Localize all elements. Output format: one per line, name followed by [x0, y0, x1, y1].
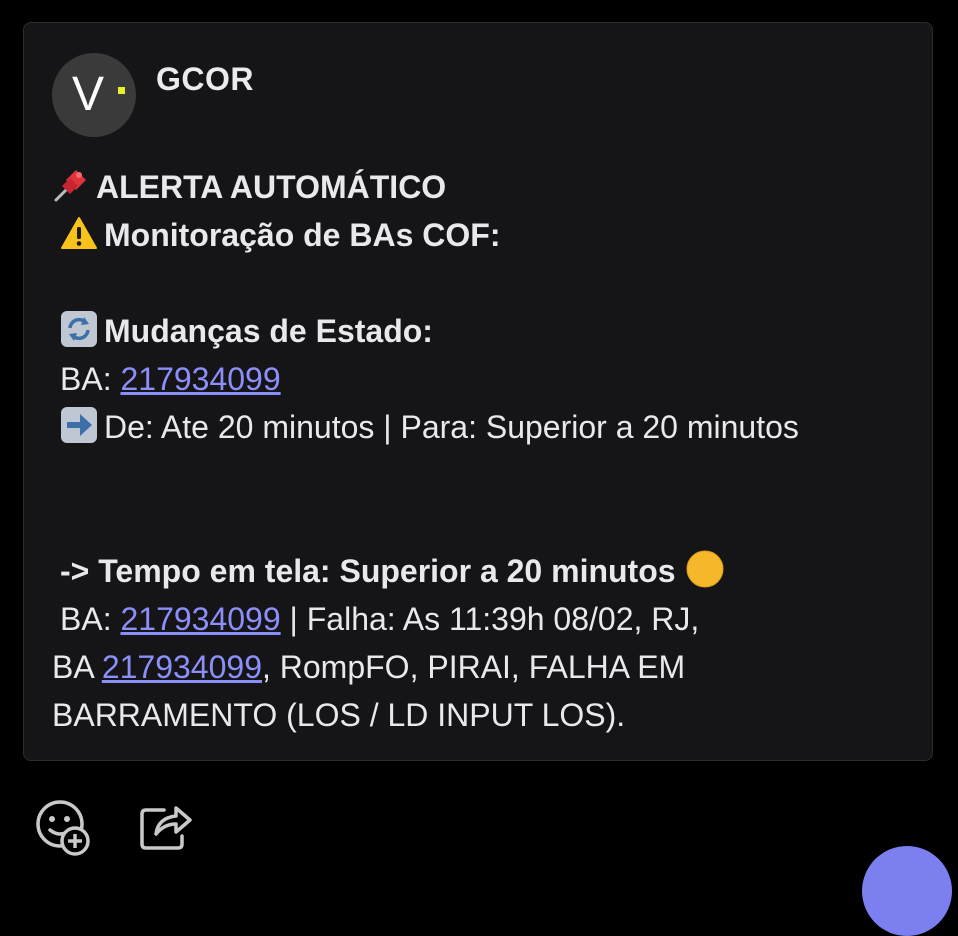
- avatar-dot: [118, 87, 125, 94]
- yellow-circle-icon: [686, 550, 724, 588]
- sender-name[interactable]: GCOR: [156, 61, 254, 98]
- arrows-counterclockwise-icon: [61, 311, 97, 347]
- fault-text: | Falha: As 11:39h 08/02, RJ,: [280, 601, 700, 637]
- fault-prefix: BA:: [60, 601, 121, 637]
- detail-ba-link[interactable]: 217934099: [102, 649, 262, 685]
- changes-title-line: Mudanças de Estado:: [52, 307, 922, 355]
- time-title: -> Tempo em tela: Superior a 20 minutos: [60, 553, 676, 589]
- transition-line: De: Ate 20 minutos | Para: Superior a 20…: [52, 403, 922, 451]
- sender-avatar[interactable]: V: [52, 53, 136, 137]
- fault-ba-link[interactable]: 217934099: [120, 601, 280, 637]
- transition-text: De: Ate 20 minutos | Para: Superior a 20…: [104, 409, 799, 445]
- detail-text-2: BARRAMENTO (LOS / LD INPUT LOS).: [52, 697, 626, 733]
- blank-lines: [52, 451, 922, 547]
- warning-icon: [61, 217, 97, 249]
- detail-text: , RompFO, PIRAI, FALHA EM: [261, 649, 686, 685]
- time-title-line: -> Tempo em tela: Superior a 20 minutos: [52, 547, 922, 595]
- ba-line: BA: 217934099: [52, 355, 922, 403]
- message-card[interactable]: V GCOR ALERTA AUTOMÁTICO Monitoração de …: [23, 22, 933, 761]
- detail-prefix: BA: [52, 649, 102, 685]
- alert-title-line: ALERTA AUTOMÁTICO: [52, 163, 922, 211]
- avatar-letter: V: [71, 68, 104, 121]
- right-arrow-icon: [61, 407, 97, 443]
- fault-line: BA: 217934099 | Falha: As 11:39h 08/02, …: [52, 595, 922, 643]
- pushpin-icon: [54, 170, 86, 202]
- changes-title: Mudanças de Estado:: [104, 313, 433, 349]
- share-icon[interactable]: [138, 798, 196, 856]
- add-reaction-icon[interactable]: [34, 798, 92, 856]
- detail-line-2: BARRAMENTO (LOS / LD INPUT LOS).: [52, 691, 922, 739]
- monitor-title: Monitoração de BAs COF:: [104, 217, 501, 253]
- ba-label: BA:: [60, 361, 121, 397]
- ba-number-link[interactable]: 217934099: [120, 361, 280, 397]
- alert-title: ALERTA AUTOMÁTICO: [96, 169, 447, 205]
- monitor-title-line: Monitoração de BAs COF:: [52, 211, 922, 259]
- detail-line: BA 217934099, RompFO, PIRAI, FALHA EM: [52, 643, 922, 691]
- floating-action-button[interactable]: [862, 846, 952, 936]
- message-body: ALERTA AUTOMÁTICO Monitoração de BAs COF…: [52, 163, 922, 739]
